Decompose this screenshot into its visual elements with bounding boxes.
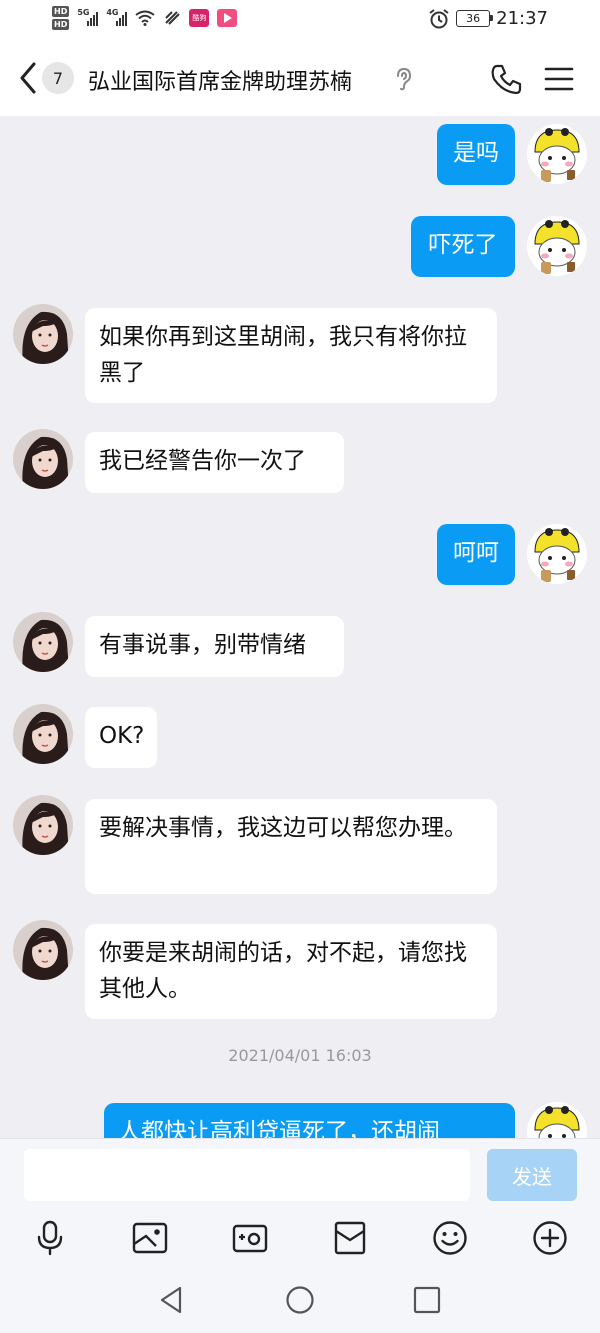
clock: 21:37 bbox=[496, 8, 548, 29]
network-type-label: 4G bbox=[106, 8, 119, 17]
chevron-left-icon bbox=[20, 62, 36, 94]
incoming-message-bubble[interactable]: 有事说事，别带情绪 bbox=[85, 616, 344, 677]
my-avatar[interactable] bbox=[527, 524, 587, 584]
wifi-icon bbox=[135, 10, 155, 26]
recents-square-icon[interactable] bbox=[411, 1284, 443, 1316]
voice-button[interactable] bbox=[30, 1218, 70, 1258]
ear-icon[interactable] bbox=[394, 67, 412, 91]
incoming-message-bubble[interactable]: 如果你再到这里胡闹，我只有将你拉黑了 bbox=[85, 308, 497, 403]
chat-timestamp: 2021/04/01 16:03 bbox=[228, 1046, 372, 1065]
woman-portrait-avatar bbox=[13, 612, 73, 672]
panda-avatar-icon bbox=[527, 524, 587, 584]
hd-badge: HD bbox=[52, 19, 70, 30]
signal-4g-icon: 4G bbox=[106, 8, 128, 26]
incoming-message-bubble[interactable]: 我已经警告你一次了 bbox=[85, 432, 344, 493]
camera-icon bbox=[232, 1224, 268, 1253]
contact-avatar[interactable] bbox=[13, 612, 73, 672]
contact-avatar[interactable] bbox=[13, 795, 73, 855]
data-saver-icon bbox=[165, 11, 181, 25]
hd-indicators: HD HD bbox=[52, 6, 70, 30]
incoming-message-bubble[interactable]: 你要是来胡闹的话，对不起，请您找其他人。 bbox=[85, 924, 497, 1019]
chat-header: 7 弘业国际首席金牌助理苏楠 bbox=[0, 42, 600, 116]
signal-5g-icon: 5G bbox=[77, 8, 99, 26]
incoming-message-bubble[interactable]: 要解决事情，我这边可以帮您办理。 bbox=[85, 799, 497, 894]
panda-avatar-icon bbox=[527, 1102, 587, 1138]
my-avatar[interactable] bbox=[527, 216, 587, 276]
battery-icon: 36 bbox=[456, 10, 494, 27]
battery-level: 36 bbox=[466, 12, 481, 25]
alarm-icon bbox=[429, 8, 449, 28]
woman-portrait-avatar bbox=[13, 795, 73, 855]
chat-toolbar bbox=[0, 1208, 600, 1268]
outgoing-message-bubble[interactable]: 是吗 bbox=[437, 124, 515, 185]
home-circle-icon[interactable] bbox=[284, 1284, 316, 1316]
outgoing-message-bubble[interactable]: 人都快让高利贷逼死了，还胡闹 bbox=[104, 1103, 515, 1138]
hd-badge: HD bbox=[52, 6, 70, 17]
video-app-icon bbox=[217, 9, 238, 27]
emoji-icon bbox=[433, 1221, 467, 1255]
incoming-message-bubble[interactable]: OK? bbox=[85, 707, 157, 768]
unread-count-badge[interactable]: 7 bbox=[42, 62, 74, 94]
panda-avatar-icon bbox=[527, 216, 587, 276]
chat-title: 弘业国际首席金牌助理苏楠 bbox=[88, 70, 353, 95]
status-right: 36 21:37 bbox=[428, 8, 548, 29]
red-packet-button[interactable] bbox=[330, 1218, 370, 1258]
woman-portrait-avatar bbox=[13, 429, 73, 489]
camera-button[interactable] bbox=[230, 1218, 270, 1258]
message-input-bar: 发送 bbox=[0, 1138, 600, 1208]
plus-icon bbox=[533, 1221, 567, 1255]
system-navigation-bar bbox=[0, 1268, 600, 1333]
contact-avatar[interactable] bbox=[13, 704, 73, 764]
send-button[interactable]: 发送 bbox=[487, 1149, 577, 1201]
panda-avatar-icon bbox=[527, 124, 587, 184]
chat-message-list[interactable]: 是吗 吓死了 如果你再到这里胡闹，我只有将你拉黑了 我已经警告你一次了 呵呵 有… bbox=[0, 116, 600, 1138]
contact-avatar[interactable] bbox=[13, 429, 73, 489]
menu-icon[interactable] bbox=[544, 64, 574, 94]
emoji-button[interactable] bbox=[430, 1218, 470, 1258]
status-left: HD HD 5G 4G 酷狗 bbox=[52, 6, 238, 30]
woman-portrait-avatar bbox=[13, 704, 73, 764]
message-input[interactable] bbox=[24, 1149, 470, 1201]
my-avatar[interactable] bbox=[527, 1102, 587, 1138]
app-notification-icon: 酷狗 bbox=[189, 9, 210, 27]
woman-portrait-avatar bbox=[13, 920, 73, 980]
phone-icon[interactable] bbox=[490, 62, 524, 96]
back-button[interactable] bbox=[14, 58, 42, 98]
status-bar: HD HD 5G 4G 酷狗 36 21:37 bbox=[0, 0, 600, 42]
back-triangle-icon[interactable] bbox=[156, 1284, 188, 1316]
image-icon bbox=[132, 1222, 168, 1254]
red-packet-icon bbox=[334, 1221, 366, 1255]
contact-avatar[interactable] bbox=[13, 304, 73, 364]
microphone-icon bbox=[37, 1220, 63, 1256]
more-button[interactable] bbox=[530, 1218, 570, 1258]
my-avatar[interactable] bbox=[527, 124, 587, 184]
woman-portrait-avatar bbox=[13, 304, 73, 364]
contact-avatar[interactable] bbox=[13, 920, 73, 980]
network-type-label: 5G bbox=[77, 8, 90, 17]
outgoing-message-bubble[interactable]: 呵呵 bbox=[437, 524, 515, 585]
outgoing-message-bubble[interactable]: 吓死了 bbox=[411, 216, 515, 277]
image-button[interactable] bbox=[130, 1218, 170, 1258]
